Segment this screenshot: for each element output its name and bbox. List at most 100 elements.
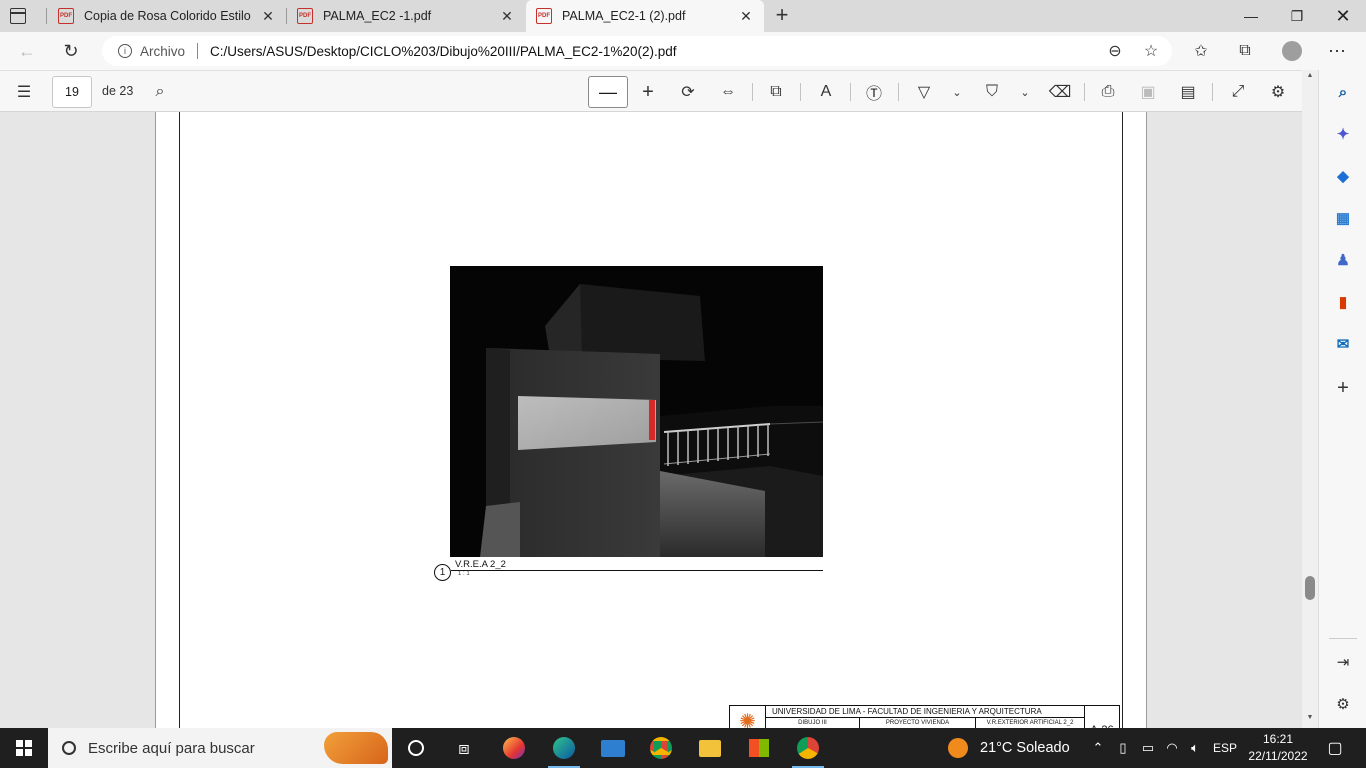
highlight-icon[interactable]: ⛉	[978, 77, 1006, 107]
refresh-icon[interactable]: ↻	[56, 36, 86, 66]
system-clock[interactable]: 16:21 22/11/2022	[1236, 731, 1320, 765]
sun-icon	[948, 738, 968, 758]
zoom-out-icon[interactable]: ⊖	[1100, 36, 1130, 66]
scroll-down-arrow-icon[interactable]: ▼	[1302, 714, 1318, 726]
show-hidden-icons-chevron-icon[interactable]: ⌃	[1088, 728, 1108, 768]
battery-icon[interactable]: ▭	[1136, 728, 1160, 768]
pdf-page: 1 V.R.E.A 2_2 1 : 1 ✺ UNIVERSIDAD DE LIM…	[155, 112, 1147, 728]
favorites-icon[interactable]: ✩	[1186, 36, 1216, 66]
sidebar-add-icon[interactable]: +	[1331, 376, 1355, 400]
url-text[interactable]: C:/Users/ASUS/Desktop/CICLO%203/Dibujo%2…	[210, 44, 676, 59]
store-icon[interactable]	[735, 728, 783, 768]
chrome-profile-icon[interactable]	[784, 728, 832, 768]
save-as-icon[interactable]: ▤	[1174, 77, 1202, 107]
edge-sidebar: ⌕ ✦ ◆ ▦ ♟ ▮ ✉ + ⇥ ⚙	[1318, 70, 1366, 728]
tab-palma-ec2-1-2[interactable]: PDF PALMA_EC2-1 (2).pdf ✕	[526, 0, 764, 32]
address-bar-row: ← ↻ i Archivo C:/Users/ASUS/Desktop/CICL…	[0, 32, 1366, 70]
toolbar-separator	[1212, 83, 1213, 101]
erase-icon[interactable]: ⌫	[1046, 77, 1074, 107]
tab-palma-ec2-1[interactable]: PDF PALMA_EC2 -1.pdf ✕	[287, 0, 525, 32]
full-screen-icon[interactable]: ⤢	[1224, 77, 1252, 107]
view-title-underline	[451, 570, 823, 571]
tab-separator	[46, 8, 47, 24]
settings-more-icon[interactable]: ⋯	[1322, 36, 1352, 66]
tab-actions-icon[interactable]	[10, 8, 26, 24]
scroll-up-arrow-icon[interactable]: ▲	[1302, 72, 1318, 84]
chrome-icon[interactable]	[637, 728, 685, 768]
clock-time: 16:21	[1262, 732, 1294, 746]
close-tab-icon[interactable]: ✕	[738, 8, 754, 25]
restore-icon[interactable]: ❐	[1274, 0, 1320, 32]
contents-icon[interactable]: ☰	[10, 77, 38, 107]
device-icon[interactable]: ▯	[1112, 728, 1134, 768]
pdf-icon: PDF	[58, 8, 74, 24]
toolbar-separator	[1084, 83, 1085, 101]
minimize-icon[interactable]: —	[1228, 0, 1274, 32]
title-block-course: DIBUJO III	[766, 718, 860, 728]
sidebar-divider	[1329, 638, 1357, 639]
sidebar-outlook-icon[interactable]: ✉	[1331, 332, 1355, 356]
sidebar-office-icon[interactable]: ▮	[1331, 290, 1355, 314]
sidebar-settings-gear-icon[interactable]: ⚙	[1331, 692, 1355, 716]
toolbar-separator	[752, 83, 753, 101]
page-number-input[interactable]: 19	[52, 76, 92, 108]
pdf-settings-gear-icon[interactable]: ⚙	[1264, 77, 1292, 107]
close-window-icon[interactable]: ✕	[1320, 0, 1366, 32]
volume-icon[interactable]: 🔈︎	[1184, 728, 1206, 768]
title-block: ✺ UNIVERSIDAD DE LIMA - FACULTAD DE INGE…	[729, 705, 1120, 728]
sidebar-hide-icon[interactable]: ⇥	[1331, 650, 1355, 674]
close-tab-icon[interactable]: ✕	[260, 8, 276, 25]
page-view-icon[interactable]: ⧉	[762, 77, 790, 107]
fit-to-width-icon[interactable]: ⇔	[714, 77, 742, 107]
scroll-thumb[interactable]	[1305, 576, 1315, 600]
add-text-icon[interactable]: Ⓣ	[860, 77, 888, 107]
save-icon[interactable]: ▣	[1134, 77, 1162, 107]
weather-widget[interactable]: 21°C Soleado	[948, 728, 1070, 768]
wifi-icon[interactable]: ◠	[1160, 728, 1184, 768]
highlight-options-chevron-icon[interactable]: ⌄	[1014, 77, 1036, 107]
sidebar-games-icon[interactable]: ♟	[1331, 248, 1355, 272]
zoom-in-icon[interactable]: +	[634, 77, 662, 107]
edge-icon[interactable]	[540, 728, 588, 768]
windows-taskbar: Escribe aquí para buscar ⧈ 21°C Soleado …	[0, 728, 1366, 768]
tab-label: PALMA_EC2 -1.pdf	[323, 9, 432, 23]
print-icon[interactable]: ⎙	[1094, 77, 1122, 107]
sidebar-discover-icon[interactable]: ✦	[1331, 122, 1355, 146]
tab-label: Copia de Rosa Colorido Estilo Se	[84, 9, 254, 23]
draw-options-chevron-icon[interactable]: ⌄	[946, 77, 968, 107]
address-bar[interactable]: i Archivo C:/Users/ASUS/Desktop/CICLO%20…	[102, 36, 1172, 66]
sidebar-search-icon[interactable]: ⌕	[1331, 80, 1355, 104]
add-favorite-icon[interactable]: ☆	[1136, 36, 1166, 66]
draw-icon[interactable]: ▽	[910, 77, 938, 107]
mail-icon[interactable]	[589, 728, 637, 768]
weather-text: 21°C Soleado	[980, 740, 1070, 756]
pdf-viewport[interactable]: 1 V.R.E.A 2_2 1 : 1 ✺ UNIVERSIDAD DE LIM…	[0, 112, 1318, 728]
sidebar-shopping-icon[interactable]: ◆	[1331, 164, 1355, 188]
tab-copia-de-rosa[interactable]: PDF Copia de Rosa Colorido Estilo Se ✕	[48, 0, 286, 32]
rotate-icon[interactable]: ⟳	[674, 77, 702, 107]
back-icon[interactable]: ←	[12, 36, 42, 66]
toolbar-separator	[898, 83, 899, 101]
find-icon[interactable]: ⌕	[146, 77, 174, 107]
firefox-icon[interactable]	[490, 728, 538, 768]
title-block-sheet-code: A-26	[1084, 706, 1119, 728]
info-icon[interactable]: i	[118, 44, 132, 58]
sidebar-tools-icon[interactable]: ▦	[1331, 206, 1355, 230]
notifications-icon[interactable]: ▢	[1320, 728, 1350, 768]
zoom-out-button[interactable]: —	[588, 76, 628, 108]
task-view-icon[interactable]: ⧈	[440, 728, 488, 768]
title-block-sheet-name: V.R.EXTERIOR ARTIFICIAL 2_2	[986, 720, 1074, 726]
toolbar-separator	[850, 83, 851, 101]
read-aloud-icon[interactable]: A	[812, 77, 840, 107]
clock-date: 22/11/2022	[1248, 749, 1308, 763]
file-explorer-icon[interactable]	[686, 728, 734, 768]
vertical-scrollbar[interactable]: ▲ ▼	[1302, 70, 1318, 728]
close-tab-icon[interactable]: ✕	[499, 8, 515, 25]
taskbar-search-box[interactable]: Escribe aquí para buscar	[48, 728, 392, 768]
profile-avatar[interactable]	[1282, 41, 1302, 61]
view-title: V.R.E.A 2_2	[455, 559, 506, 570]
collections-icon[interactable]: ⧉	[1230, 36, 1260, 66]
new-tab-icon[interactable]: +	[770, 4, 794, 28]
start-button[interactable]	[0, 728, 48, 768]
cortana-icon[interactable]	[392, 728, 440, 768]
